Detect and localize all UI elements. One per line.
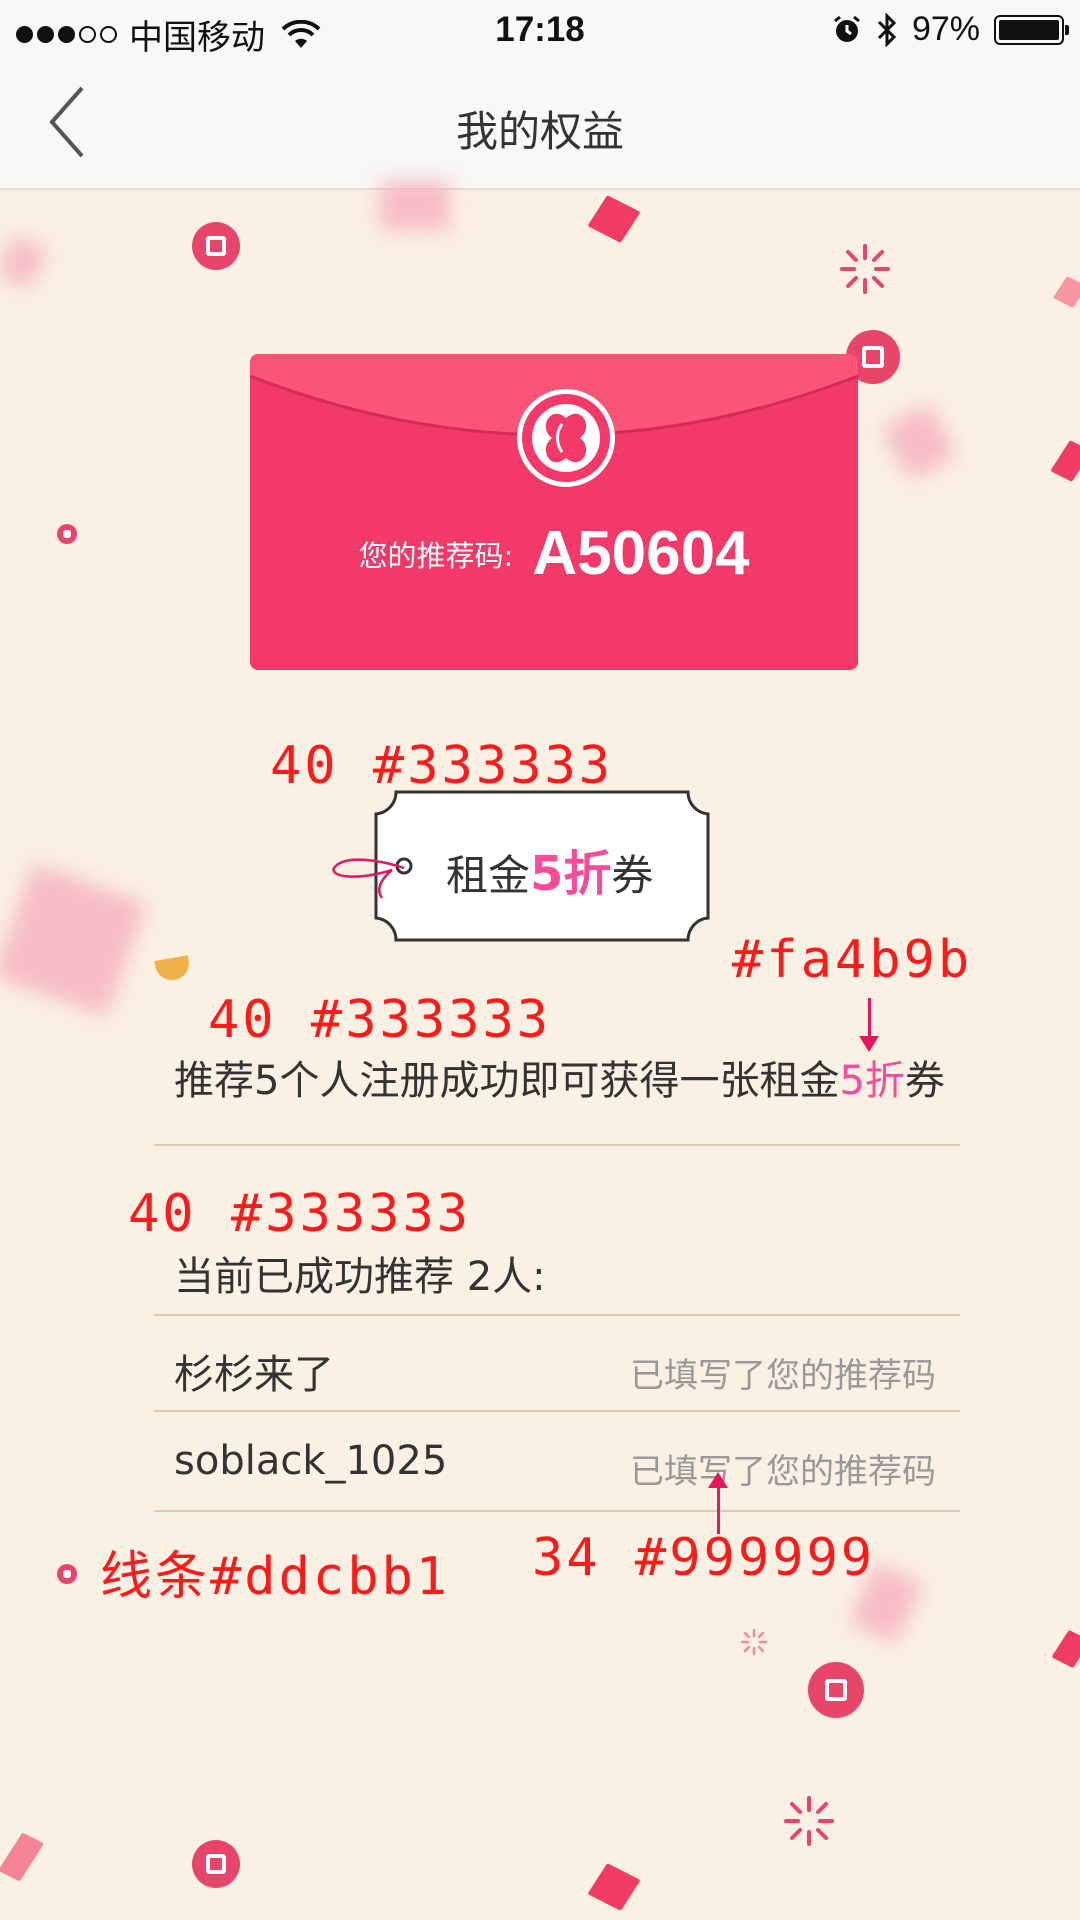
- bluetooth-icon: [877, 12, 897, 47]
- coin-icon: [57, 524, 77, 544]
- battery-icon: [994, 14, 1069, 45]
- ribbon-decoration: [587, 195, 641, 243]
- page-title: 我的权益: [455, 107, 624, 156]
- confetti-decoration: [880, 402, 958, 482]
- ticket-string-icon: [332, 858, 405, 899]
- coin-icon: [57, 1564, 77, 1584]
- ticket-label-highlight: 5折: [530, 846, 612, 902]
- ribbon-decoration: [587, 1863, 641, 1911]
- divider: [154, 1144, 960, 1146]
- confetti-decoration: [0, 863, 147, 1017]
- annotation-status-spec: 34 #999999: [532, 1528, 876, 1588]
- promo-text-prefix: 推荐5个人注册成功即可获得一张租金: [174, 1058, 840, 1104]
- coin-icon: [192, 222, 240, 270]
- list-item: soblack_1025 已填写了您的推荐码: [154, 1412, 960, 1506]
- referral-name: 杉杉来了: [174, 1352, 334, 1398]
- alarm-icon: [834, 15, 860, 42]
- promo-text: 推荐5个人注册成功即可获得一张租金5折券: [174, 1048, 945, 1106]
- annotation-summary-spec: 40 #333333: [128, 1184, 472, 1244]
- sparkle-icon: [740, 1628, 768, 1656]
- coin-icon: [192, 1840, 240, 1888]
- referral-code-label: 您的推荐码:: [358, 538, 514, 573]
- coin-icon: [808, 1662, 864, 1718]
- divider: [154, 1510, 960, 1512]
- annotation-ticket-spec: 40 #333333: [270, 736, 614, 796]
- referral-status: 已填写了您的推荐码: [630, 1452, 936, 1492]
- referral-status: 已填写了您的推荐码: [630, 1356, 936, 1396]
- brand-logo-icon: [517, 389, 615, 487]
- promo-text-highlight: 5折: [839, 1058, 905, 1104]
- confetti-decoration: [154, 955, 192, 983]
- annotation-promo-spec: 40 #333333: [208, 990, 552, 1050]
- ribbon-decoration: [0, 1832, 45, 1882]
- annotation-arrow: [859, 998, 879, 1052]
- promo-text-suffix: 券: [904, 1058, 945, 1104]
- list-item: 杉杉来了 已填写了您的推荐码: [154, 1316, 960, 1410]
- status-bar: 中国移动 17:18 97%: [0, 0, 1080, 62]
- battery-percent: 97%: [911, 10, 980, 48]
- status-right: 97%: [832, 10, 1069, 49]
- discount-ticket: 租金5折券: [374, 790, 710, 942]
- referral-code-value: A50604: [532, 519, 750, 588]
- ribbon-decoration: [1050, 440, 1080, 482]
- annotation-arrow: [708, 1472, 728, 1534]
- referral-name: soblack_1025: [174, 1438, 448, 1484]
- sparkle-icon: [840, 244, 890, 294]
- ribbon-decoration: [1053, 276, 1080, 308]
- referral-code-row: 您的推荐码: A50604: [250, 518, 858, 589]
- confetti-decoration: [0, 233, 49, 291]
- nav-bar: 我的权益: [0, 62, 1080, 190]
- referral-summary: 当前已成功推荐 2人:: [174, 1254, 546, 1300]
- annotation-line-spec: 线条#ddcbb1: [100, 1547, 451, 1607]
- confetti-decoration: [380, 180, 450, 230]
- sparkle-icon: [784, 1796, 834, 1846]
- ticket-label-suffix: 券: [611, 851, 654, 900]
- referral-envelope: 您的推荐码: A50604: [250, 354, 858, 670]
- ticket-label-prefix: 租金: [446, 851, 531, 900]
- annotation-highlight-color: #fa4b9b: [732, 930, 973, 990]
- ribbon-decoration: [1051, 1629, 1080, 1669]
- ticket-label: 租金5折券: [446, 834, 653, 904]
